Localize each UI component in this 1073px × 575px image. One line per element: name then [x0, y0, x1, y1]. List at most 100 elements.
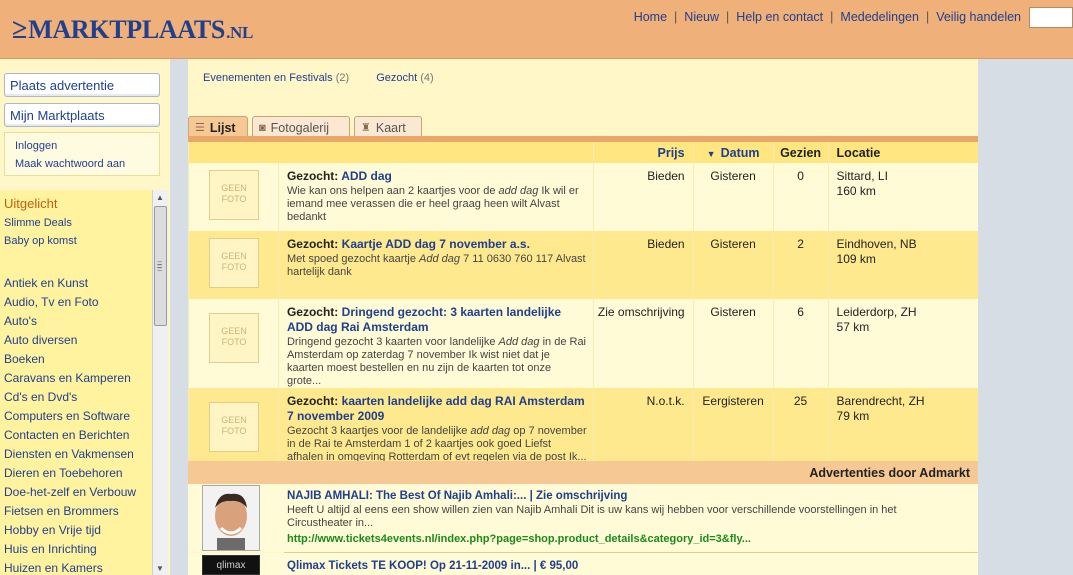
category-item[interactable]: Boeken	[0, 350, 152, 369]
table-row[interactable]: GEEN FOTO Gezocht: kaarten landelijke ad…	[188, 388, 978, 468]
category-item[interactable]: Contacten en Berichten	[0, 426, 152, 445]
sidebar: Plaats advertentie Mijn Marktplaats Inlo…	[0, 59, 170, 575]
marktplaats-logo[interactable]: ≥ MARKTPLAATS .NL	[12, 14, 253, 44]
table-row[interactable]: GEEN FOTO Gezocht: Kaartje ADD dag 7 nov…	[188, 231, 978, 299]
category-item[interactable]: Caravans en Kamperen	[0, 369, 152, 388]
breadcrumb: Evenementen en Festivals (2) Gezocht (4)	[203, 72, 434, 84]
col-gezien: Gezien	[772, 142, 829, 163]
ad-thumbnail[interactable]: qlimax	[202, 555, 260, 575]
listing-title[interactable]: Gezocht: Dringend gezocht: 3 kaarten lan…	[287, 305, 587, 335]
tab-lijst[interactable]: ☰ Lijst	[188, 116, 248, 136]
no-photo-placeholder: GEEN FOTO	[209, 238, 259, 288]
ad-url[interactable]: http://www.tickets4events.nl/index.php?p…	[287, 533, 751, 545]
category-item[interactable]: Dieren en Toebehoren	[0, 464, 152, 483]
scroll-down-icon[interactable]: ▼	[156, 564, 164, 573]
nav-mededelingen[interactable]: Mededelingen	[840, 10, 919, 24]
tab-label: Kaart	[375, 120, 406, 135]
listing-views: 25	[772, 388, 829, 468]
admarkt-header: Advertenties door Admarkt	[188, 461, 978, 484]
featured-title: Uitgelicht	[4, 196, 58, 211]
login-link[interactable]: Inloggen	[15, 137, 159, 155]
listing-date: Eergisteren	[692, 388, 774, 468]
listing-location: Barendrecht, ZH 79 km	[827, 388, 978, 468]
plaats-advertentie-button[interactable]: Plaats advertentie	[4, 73, 160, 97]
login-box: Inloggen Maak wachtwoord aan	[4, 132, 160, 176]
mijn-marktplaats-button[interactable]: Mijn Marktplaats	[4, 103, 160, 127]
main-content: Evenementen en Festivals (2) Gezocht (4)…	[188, 59, 978, 575]
ad-item[interactable]: NAJIB AMHALI: The Best Of Najib Amhali:.…	[188, 484, 978, 552]
crumb-evenementen[interactable]: Evenementen en Festivals	[203, 72, 333, 84]
ad-snippet: Heeft U altijd al eens een show willen z…	[287, 504, 897, 529]
category-item[interactable]: Doe-het-zelf en Verbouw	[0, 483, 152, 502]
ad-title[interactable]: NAJIB AMHALI: The Best Of Najib Amhali:.…	[287, 490, 627, 502]
ad-item[interactable]: qlimax Qlimax Tickets TE KOOP! Op 21-11-…	[188, 553, 978, 575]
scrollbar-thumb[interactable]: = = =	[154, 206, 167, 326]
col-prijs[interactable]: Prijs	[592, 142, 694, 163]
map-icon: ♜	[361, 122, 371, 134]
category-item[interactable]: Fietsen en Brommers	[0, 502, 152, 521]
category-item[interactable]: Cd's en Dvd's	[0, 388, 152, 407]
view-tabs: ☰ Lijst ◙ Fotogalerij ♜ Kaart	[188, 116, 426, 136]
nav-veilig-handelen[interactable]: Veilig handelen	[936, 10, 1021, 24]
search-input[interactable]	[1029, 7, 1073, 28]
ad-thumbnail[interactable]	[202, 485, 260, 551]
crumb-gezocht[interactable]: Gezocht	[376, 72, 417, 84]
listing-snippet: Wie kan ons helpen aan 2 kaartjes voor d…	[286, 185, 579, 223]
logo-tld: .NL	[226, 23, 254, 42]
scroll-up-icon[interactable]: ▲	[156, 193, 164, 202]
crumb-count: (4)	[420, 72, 434, 84]
sort-desc-icon: ▼	[706, 148, 716, 159]
results-table: Prijs ▼ Datum Gezien Locatie GEEN FOTO Ge…	[188, 142, 978, 468]
listing-date: Gisteren	[692, 299, 774, 388]
col-datum[interactable]: ▼ Datum	[692, 142, 774, 163]
tab-label: Lijst	[209, 120, 236, 135]
listing-price: Bieden	[592, 231, 694, 299]
camera-icon: ◙	[259, 121, 266, 134]
category-item[interactable]: Huizen en Kamers	[0, 559, 152, 575]
reset-password-link[interactable]: Maak wachtwoord aan	[15, 155, 159, 173]
listing-date: Gisteren	[692, 163, 774, 231]
ad-title[interactable]: Qlimax Tickets TE KOOP! Op 21-11-2009 in…	[287, 560, 578, 572]
top-nav: Home | Nieuw | Help en contact | Mededeling…	[633, 10, 1021, 24]
category-item[interactable]: Computers en Software	[0, 407, 152, 426]
category-item[interactable]: Diensten en Vakmensen	[0, 445, 152, 464]
listing-snippet: Met spoed gezocht kaartje Add dag 7 11 0…	[286, 253, 586, 278]
category-item[interactable]: Hobby en Vrije tijd	[0, 521, 152, 540]
listing-location: Eindhoven, NB 109 km	[827, 231, 978, 299]
logo-name: MARKTPLAATS	[28, 15, 226, 44]
listing-price: Bieden	[592, 163, 694, 231]
no-photo-placeholder: GEEN FOTO	[209, 313, 259, 363]
tab-kaart[interactable]: ♜ Kaart	[354, 116, 422, 136]
listing-snippet: Gezocht 3 kaartjes voor de landelijke ad…	[286, 425, 587, 463]
no-photo-placeholder: GEEN FOTO	[209, 170, 259, 220]
col-locatie: Locatie	[827, 142, 978, 163]
no-photo-placeholder: GEEN FOTO	[209, 402, 259, 452]
category-item[interactable]: Auto diversen	[0, 331, 152, 350]
category-item[interactable]: Auto's	[0, 312, 152, 331]
nav-nieuw[interactable]: Nieuw	[684, 10, 719, 24]
listing-title[interactable]: Gezocht: Kaartje ADD dag 7 november a.s.	[287, 237, 587, 252]
listing-title[interactable]: Gezocht: ADD dag	[287, 169, 587, 184]
table-row[interactable]: GEEN FOTO Gezocht: ADD dag Wie kan ons he…	[188, 163, 978, 231]
listing-views: 2	[772, 231, 829, 299]
list-icon: ☰	[195, 122, 205, 134]
listing-price: N.o.t.k.	[592, 388, 694, 468]
listing-views: 0	[772, 163, 829, 231]
tab-fotogalerij[interactable]: ◙ Fotogalerij	[252, 116, 350, 136]
featured-item[interactable]: Baby op komst	[0, 232, 152, 250]
category-list: Uitgelicht Slimme Deals Baby op komst An…	[0, 190, 152, 575]
sidebar-scrollbar[interactable]: ▲ = = = ▼	[152, 190, 168, 575]
listing-location: Leiderdorp, ZH 57 km	[827, 299, 978, 388]
listing-location: Sittard, LI 160 km	[827, 163, 978, 231]
featured-item[interactable]: Slimme Deals	[0, 214, 152, 232]
category-item[interactable]: Audio, Tv en Foto	[0, 293, 152, 312]
listing-date: Gisteren	[692, 231, 774, 299]
category-item[interactable]: Huis en Inrichting	[0, 540, 152, 559]
grip-icon: = = =	[157, 258, 163, 274]
nav-home[interactable]: Home	[634, 10, 667, 24]
nav-help[interactable]: Help en contact	[736, 10, 823, 24]
category-item[interactable]: Antiek en Kunst	[0, 274, 152, 293]
listing-title[interactable]: Gezocht: kaarten landelijke add dag RAI …	[287, 394, 587, 424]
table-row[interactable]: GEEN FOTO Gezocht: Dringend gezocht: 3 k…	[188, 299, 978, 388]
listing-snippet: Dringend gezocht 3 kaarten voor landelij…	[286, 336, 587, 387]
